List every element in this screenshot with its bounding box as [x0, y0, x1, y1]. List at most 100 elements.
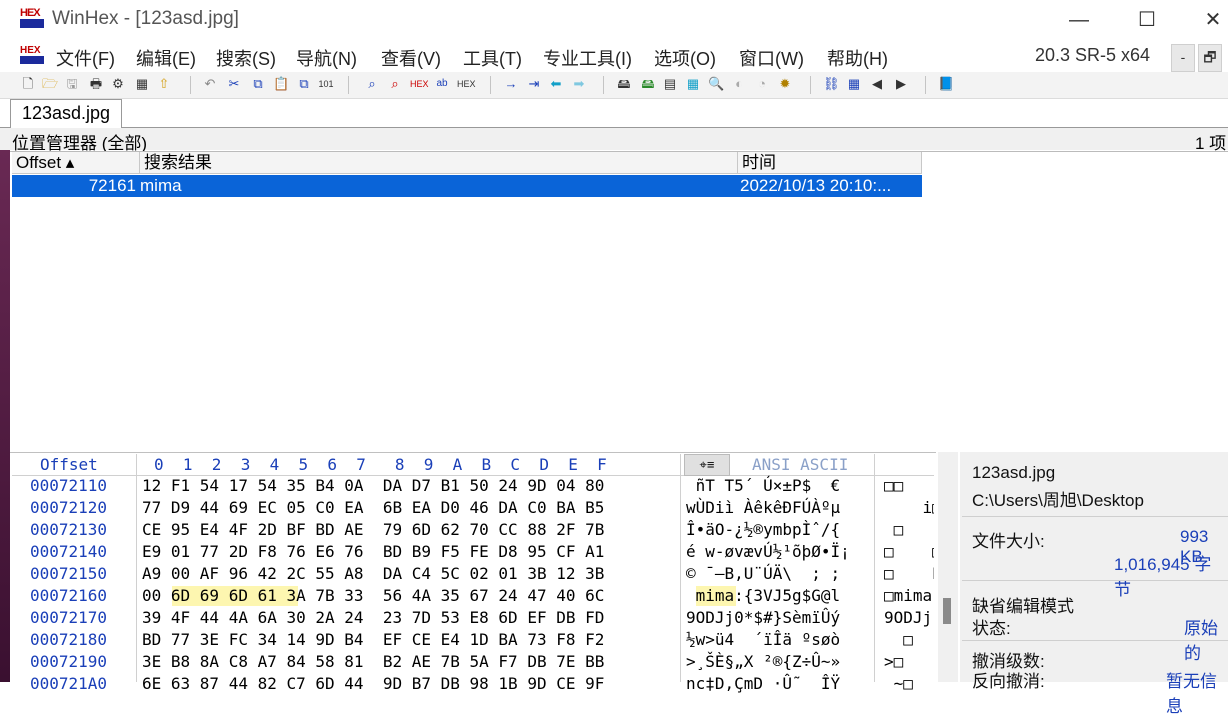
minimize-button[interactable]: —: [1064, 8, 1094, 32]
zoom-icon[interactable]: 🔍: [708, 76, 724, 92]
book-icon[interactable]: 📘: [938, 76, 954, 92]
hex-offset: 00072170: [30, 608, 108, 627]
hex-bytes[interactable]: 00 6D 69 6D 61 3A 7B 33 56 4A 35 67 24 4…: [142, 586, 604, 605]
open-up-icon[interactable]: ⇧: [156, 76, 172, 92]
hex-ansi-text[interactable]: 9ODJj0*$#}SèmïÛý: [686, 608, 840, 627]
menu-file[interactable]: 文件(F): [56, 45, 115, 71]
hex-header-charset[interactable]: ANSI ASCII: [752, 455, 848, 474]
new-file-icon[interactable]: 🗋: [20, 76, 36, 92]
network-icon[interactable]: ⛓: [823, 76, 840, 92]
forward-icon[interactable]: ➡: [571, 76, 587, 92]
hex-bytes[interactable]: 3E B8 8A C8 A7 84 58 81 B2 AE 7B 5A F7 D…: [142, 652, 604, 671]
info-redo-label: 反向撤消:: [972, 672, 1045, 691]
goto-sector-icon[interactable]: ⇥: [526, 76, 542, 92]
menu-help[interactable]: 帮助(H): [827, 45, 888, 71]
menu-options[interactable]: 选项(O): [654, 45, 716, 71]
copy-icon[interactable]: ⧉: [250, 76, 266, 92]
hex-ansi-text[interactable]: é w-øvævÚ½¹õþØ•Ï¡: [686, 542, 850, 561]
hex-ansi-text[interactable]: wÙDiì ÀêkêÐFÚÀºµ: [686, 498, 840, 517]
hex-ascii-text[interactable]: 9ODJj: [884, 608, 934, 627]
hex-ansi-text[interactable]: nc‡D‚ÇmD ·Û˜ ÎŸ: [686, 674, 840, 693]
hex-bytes[interactable]: 6E 63 87 44 82 C7 6D 44 9D B7 DB 98 1B 9…: [142, 674, 604, 693]
hex-ansi-text[interactable]: mima:{3VJ5g$G@l: [686, 586, 841, 605]
analyze-icon[interactable]: ◐: [731, 76, 747, 92]
hex-offset: 00072140: [30, 542, 108, 561]
cut-icon[interactable]: ✂: [226, 76, 242, 92]
replace-hex2-icon[interactable]: HEX: [457, 76, 476, 92]
hex-ascii-text[interactable]: >□: [884, 652, 934, 671]
open-folder-icon[interactable]: 🗁: [42, 76, 58, 92]
info-filename: 123asd.jpg: [972, 463, 1056, 482]
hex-ascii-text[interactable]: □: [884, 520, 934, 539]
menu-window[interactable]: 窗口(W): [739, 45, 804, 71]
doc-minimize-button[interactable]: -: [1171, 44, 1195, 72]
calculator-icon[interactable]: ▦: [685, 76, 701, 92]
settings-gear-icon[interactable]: ✹: [777, 76, 793, 92]
disk-editor-icon[interactable]: 🖴: [616, 76, 632, 92]
scroll-thumb[interactable]: [943, 598, 951, 624]
hex-bytes[interactable]: 12 F1 54 17 54 35 B4 0A DA D7 B1 50 24 9…: [142, 476, 604, 495]
hex-ascii-text[interactable]: □ □: [884, 542, 934, 561]
hex-offset: 00072110: [30, 476, 108, 495]
open-disk-icon[interactable]: 🖴: [640, 76, 656, 92]
hex-scrollbar[interactable]: [938, 452, 958, 682]
properties-icon[interactable]: ⚙: [110, 76, 126, 92]
paste-write-icon[interactable]: ⧉: [296, 76, 312, 92]
menu-search[interactable]: 搜索(S): [216, 45, 276, 71]
ram-icon[interactable]: ▤: [662, 76, 678, 92]
hex-bytes[interactable]: A9 00 AF 96 42 2C 55 A8 DA C4 5C 02 01 3…: [142, 564, 604, 583]
replace-hex-icon[interactable]: HEX: [410, 76, 429, 92]
menu-navigate[interactable]: 导航(N): [296, 45, 357, 71]
version-label: 20.3 SR-5 x64: [1035, 45, 1151, 65]
find-text-icon[interactable]: ⌕: [364, 76, 380, 92]
crosshair-icon[interactable]: ⌖≡: [684, 454, 730, 476]
info-state-value: 原始的: [1184, 619, 1218, 663]
hex-ascii-text[interactable]: i□: [884, 498, 934, 517]
hex-binary-icon[interactable]: 101: [318, 76, 334, 92]
hex-ansi-text[interactable]: © ¯–B,U¨ÚÄ\ ; ;: [686, 564, 840, 583]
back-icon[interactable]: ⬅: [548, 76, 564, 92]
col-search-result[interactable]: 搜索结果: [140, 152, 738, 174]
chart-icon[interactable]: ◔: [754, 76, 770, 92]
menu-tools[interactable]: 工具(T): [463, 45, 522, 71]
hex-ansi-text[interactable]: Î•äO-¿½®ymbpÌˆ/{: [686, 520, 840, 539]
hex-ascii-text[interactable]: ~□: [884, 674, 934, 693]
hex-offset: 00072130: [30, 520, 108, 539]
hex-ascii-text[interactable]: □□: [884, 476, 934, 495]
menu-pro-tools[interactable]: 专业工具(I): [543, 45, 632, 71]
prev-icon[interactable]: ◀: [869, 76, 885, 92]
hex-ascii-text[interactable]: □: [884, 630, 934, 649]
next-icon[interactable]: ▶: [893, 76, 909, 92]
table-row[interactable]: 72161 mima 2022/10/13 20:10:...: [12, 175, 922, 197]
doc-restore-button[interactable]: 🗗: [1198, 44, 1222, 72]
grid-icon[interactable]: ▦: [846, 76, 862, 92]
print-icon[interactable]: 🖶: [88, 76, 104, 92]
close-button[interactable]: ✕: [1198, 8, 1228, 32]
menu-logo-icon[interactable]: HEX: [20, 45, 46, 67]
hex-ascii-text[interactable]: □mima: [884, 586, 934, 605]
find-hex-icon[interactable]: ⌕: [387, 76, 403, 92]
replace-text-icon[interactable]: ab: [434, 76, 450, 92]
menu-view[interactable]: 查看(V): [381, 45, 441, 71]
maximize-button[interactable]: ☐: [1132, 8, 1162, 32]
info-path: C:\Users\周旭\Desktop: [972, 491, 1144, 510]
hex-bytes[interactable]: E9 01 77 2D F8 76 E6 76 BD B9 F5 FE D8 9…: [142, 542, 604, 561]
save-icon[interactable]: 🖫: [64, 76, 80, 92]
menu-edit[interactable]: 编辑(E): [136, 45, 196, 71]
hex-bytes[interactable]: 39 4F 44 4A 6A 30 2A 24 23 7D 53 E8 6D E…: [142, 608, 604, 627]
col-time[interactable]: 时间: [738, 152, 922, 174]
hex-bytes[interactable]: CE 95 E4 4F 2D BF BD AE 79 6D 62 70 CC 8…: [142, 520, 604, 539]
disk-icon[interactable]: ▦: [134, 76, 150, 92]
paste-icon[interactable]: 📋: [273, 76, 289, 92]
col-offset[interactable]: Offset ▴: [12, 152, 140, 174]
hex-bytes[interactable]: 77 D9 44 69 EC 05 C0 EA 6B EA D0 46 DA C…: [142, 498, 604, 517]
goto-offset-icon[interactable]: →: [503, 76, 519, 92]
hex-ansi-text[interactable]: ½w>ü4 ´ïÎä ºsøò: [686, 630, 840, 649]
tab-file[interactable]: 123asd.jpg: [10, 99, 122, 128]
hex-ascii-text[interactable]: □ E: [884, 564, 934, 583]
desktop-strip: [0, 128, 10, 682]
hex-ansi-text[interactable]: ñT T5´ Ú×±P$ €: [686, 476, 841, 495]
hex-bytes[interactable]: BD 77 3E FC 34 14 9D B4 EF CE E4 1D BA 7…: [142, 630, 604, 649]
hex-ansi-text[interactable]: >¸ŠÈ§„X ²®{Z÷Û~»: [686, 652, 840, 671]
undo-icon[interactable]: ↶: [202, 76, 218, 92]
